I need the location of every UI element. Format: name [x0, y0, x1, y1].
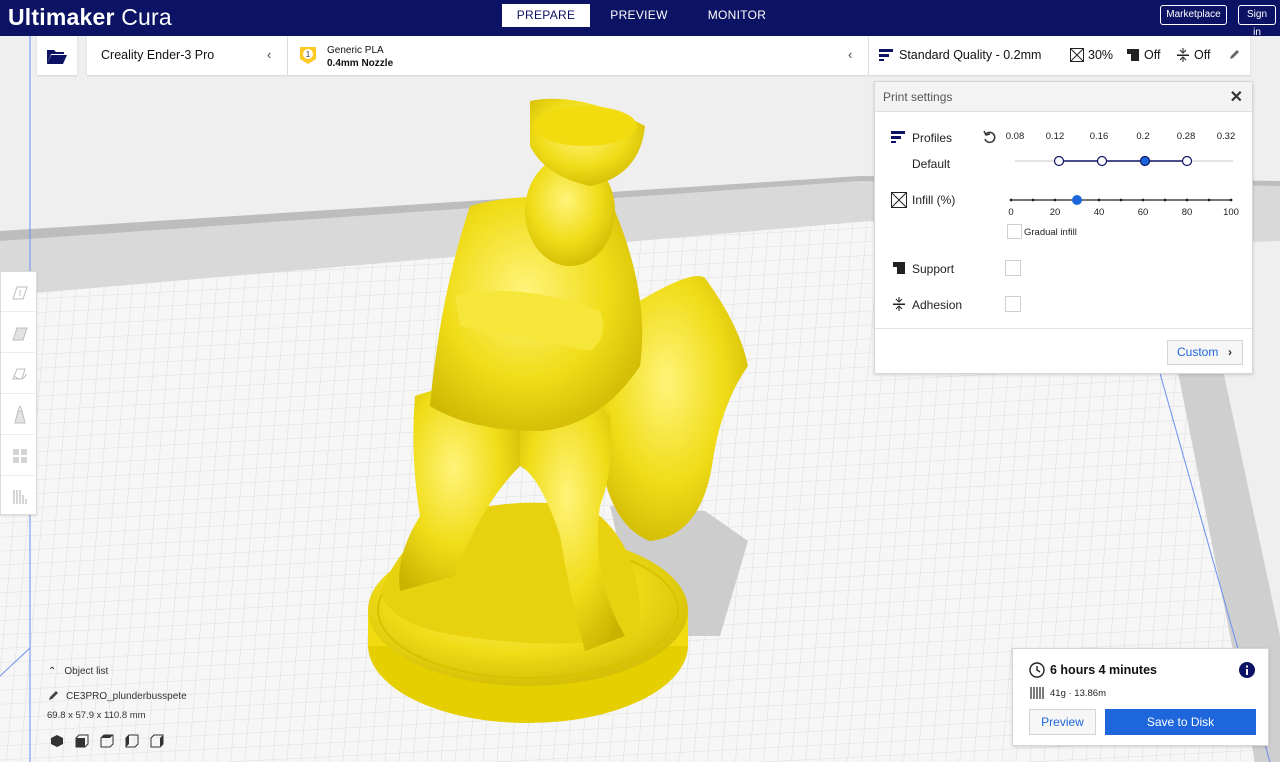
top-view-icon[interactable]: [100, 734, 116, 750]
top-bar: Ultimaker Cura PREPARE PREVIEW MONITOR M…: [0, 0, 1280, 38]
material-selector[interactable]: 1 Generic PLA 0.4mm Nozzle ‹: [288, 36, 868, 75]
panel-divider: [875, 328, 1252, 329]
object-list-toggle[interactable]: ⌃ Object list: [48, 666, 108, 677]
mirror-icon: [13, 404, 26, 423]
print-settings-panel: Print settings ✕ Profiles Default 0.08 0…: [874, 81, 1253, 374]
pencil-icon: [49, 691, 58, 700]
tab-prepare[interactable]: PREPARE: [502, 4, 590, 27]
infill-tick: 40: [1093, 207, 1105, 218]
quality-profile-label: Standard Quality - 0.2mm: [899, 48, 1042, 62]
infill-tick: 80: [1181, 207, 1193, 218]
left-view-icon[interactable]: [125, 734, 141, 750]
infill-summary: 30%: [1070, 48, 1113, 62]
custom-settings-button[interactable]: Custom ›: [1167, 340, 1243, 365]
stage-tabs: PREPARE PREVIEW MONITOR: [502, 4, 786, 27]
tab-monitor[interactable]: MONITOR: [688, 4, 786, 27]
infill-icon: [891, 192, 907, 208]
layer-tick: 0.2: [1136, 131, 1150, 142]
gradual-infill-label: Gradual infill: [1024, 227, 1077, 238]
right-view-icon[interactable]: [150, 734, 166, 750]
adhesion-icon: [893, 297, 905, 311]
profiles-label: Profiles: [912, 131, 953, 145]
reset-icon[interactable]: [983, 130, 997, 144]
layer-tick: 0.32: [1216, 131, 1236, 142]
tool-sidebar: [0, 271, 38, 517]
move-tool-button[interactable]: [1, 272, 38, 312]
view-orientation-buttons: [50, 734, 166, 750]
3d-view-icon[interactable]: [50, 734, 66, 750]
save-to-disk-button[interactable]: Save to Disk: [1105, 709, 1256, 735]
machine-name: Creality Ender-3 Pro: [101, 48, 215, 62]
info-icon[interactable]: [1239, 662, 1255, 678]
clock-icon: [1029, 662, 1045, 678]
layer-tick: 0.08: [1005, 131, 1025, 142]
scale-tool-button[interactable]: [1, 313, 38, 353]
support-icon: [893, 262, 905, 274]
layer-height-slider[interactable]: [1011, 153, 1241, 169]
print-settings-header: Print settings ✕: [875, 82, 1252, 112]
extruder-badge-icon: 1: [300, 47, 316, 64]
profile-value: Default: [912, 157, 951, 171]
infill-icon: [1070, 48, 1084, 62]
pencil-icon: [1230, 50, 1239, 59]
mirror-tool-button[interactable]: [1, 395, 38, 435]
sign-in-button[interactable]: Sign in: [1238, 5, 1276, 38]
infill-tick: 0: [1008, 207, 1014, 218]
adhesion-summary: Off: [1176, 48, 1210, 62]
chevron-up-icon: ⌃: [48, 666, 57, 677]
support-summary: Off: [1126, 48, 1160, 62]
print-settings-title: Print settings: [883, 90, 953, 104]
close-icon[interactable]: ✕: [1230, 87, 1243, 107]
rotate-tool-button[interactable]: [1, 354, 38, 394]
folder-open-icon: [47, 49, 67, 64]
open-file-button[interactable]: [37, 36, 77, 75]
preview-button[interactable]: Preview: [1029, 709, 1096, 735]
material-name: Generic PLA: [327, 45, 384, 56]
support-checkbox[interactable]: [1005, 260, 1021, 276]
adhesion-icon: [1177, 48, 1189, 62]
tab-preview[interactable]: PREVIEW: [590, 4, 688, 27]
layer-tick: 0.16: [1089, 131, 1109, 142]
object-name-row[interactable]: CE3PRO_plunderbusspete: [48, 689, 187, 702]
chevron-right-icon: ›: [1228, 345, 1232, 359]
front-view-icon[interactable]: [75, 734, 91, 750]
support-label: Support: [912, 262, 955, 276]
machine-selector[interactable]: Creality Ender-3 Pro ‹: [87, 36, 287, 75]
chevron-left-icon: ‹: [848, 47, 853, 62]
rotate-icon: [11, 368, 26, 379]
nozzle-size: 0.4mm Nozzle: [327, 58, 394, 69]
infill-tick: 60: [1137, 207, 1149, 218]
print-time: 6 hours 4 minutes: [1050, 663, 1157, 677]
scale-icon: [11, 327, 28, 340]
gradual-infill-checkbox[interactable]: [1007, 224, 1022, 239]
adhesion-checkbox[interactable]: [1005, 296, 1021, 312]
profiles-icon: [891, 131, 905, 143]
support-blocker-button[interactable]: [1, 477, 38, 517]
infill-label: Infill (%): [912, 193, 956, 207]
material-usage: 41g · 13.86m: [1050, 688, 1106, 699]
layer-tick: 0.28: [1176, 131, 1196, 142]
infill-tick: 20: [1049, 207, 1061, 218]
quality-profile-icon: [879, 49, 893, 61]
infill-slider[interactable]: [1005, 192, 1237, 208]
per-model-settings-button[interactable]: [1, 436, 38, 476]
support-blocker-icon: [12, 490, 27, 504]
per-model-settings-icon: [12, 448, 27, 463]
infill-tick: 100: [1223, 207, 1239, 218]
print-setup-selector[interactable]: Standard Quality - 0.2mm 30% Off Off: [869, 36, 1250, 75]
move-icon: [11, 286, 28, 299]
filament-spool-icon: [1030, 687, 1044, 699]
adhesion-label: Adhesion: [912, 298, 963, 312]
svg-text:1: 1: [306, 50, 311, 59]
layer-tick: 0.12: [1045, 131, 1065, 142]
print-estimate-panel: 6 hours 4 minutes 41g · 13.86m Preview S…: [1012, 648, 1269, 746]
object-dimensions: 69.8 x 57.9 x 110.8 mm: [47, 710, 146, 721]
support-icon: [1127, 49, 1139, 61]
app-logo: Ultimaker Cura: [8, 4, 172, 30]
marketplace-button[interactable]: Marketplace: [1160, 5, 1227, 25]
chevron-left-icon: ‹: [267, 47, 272, 62]
